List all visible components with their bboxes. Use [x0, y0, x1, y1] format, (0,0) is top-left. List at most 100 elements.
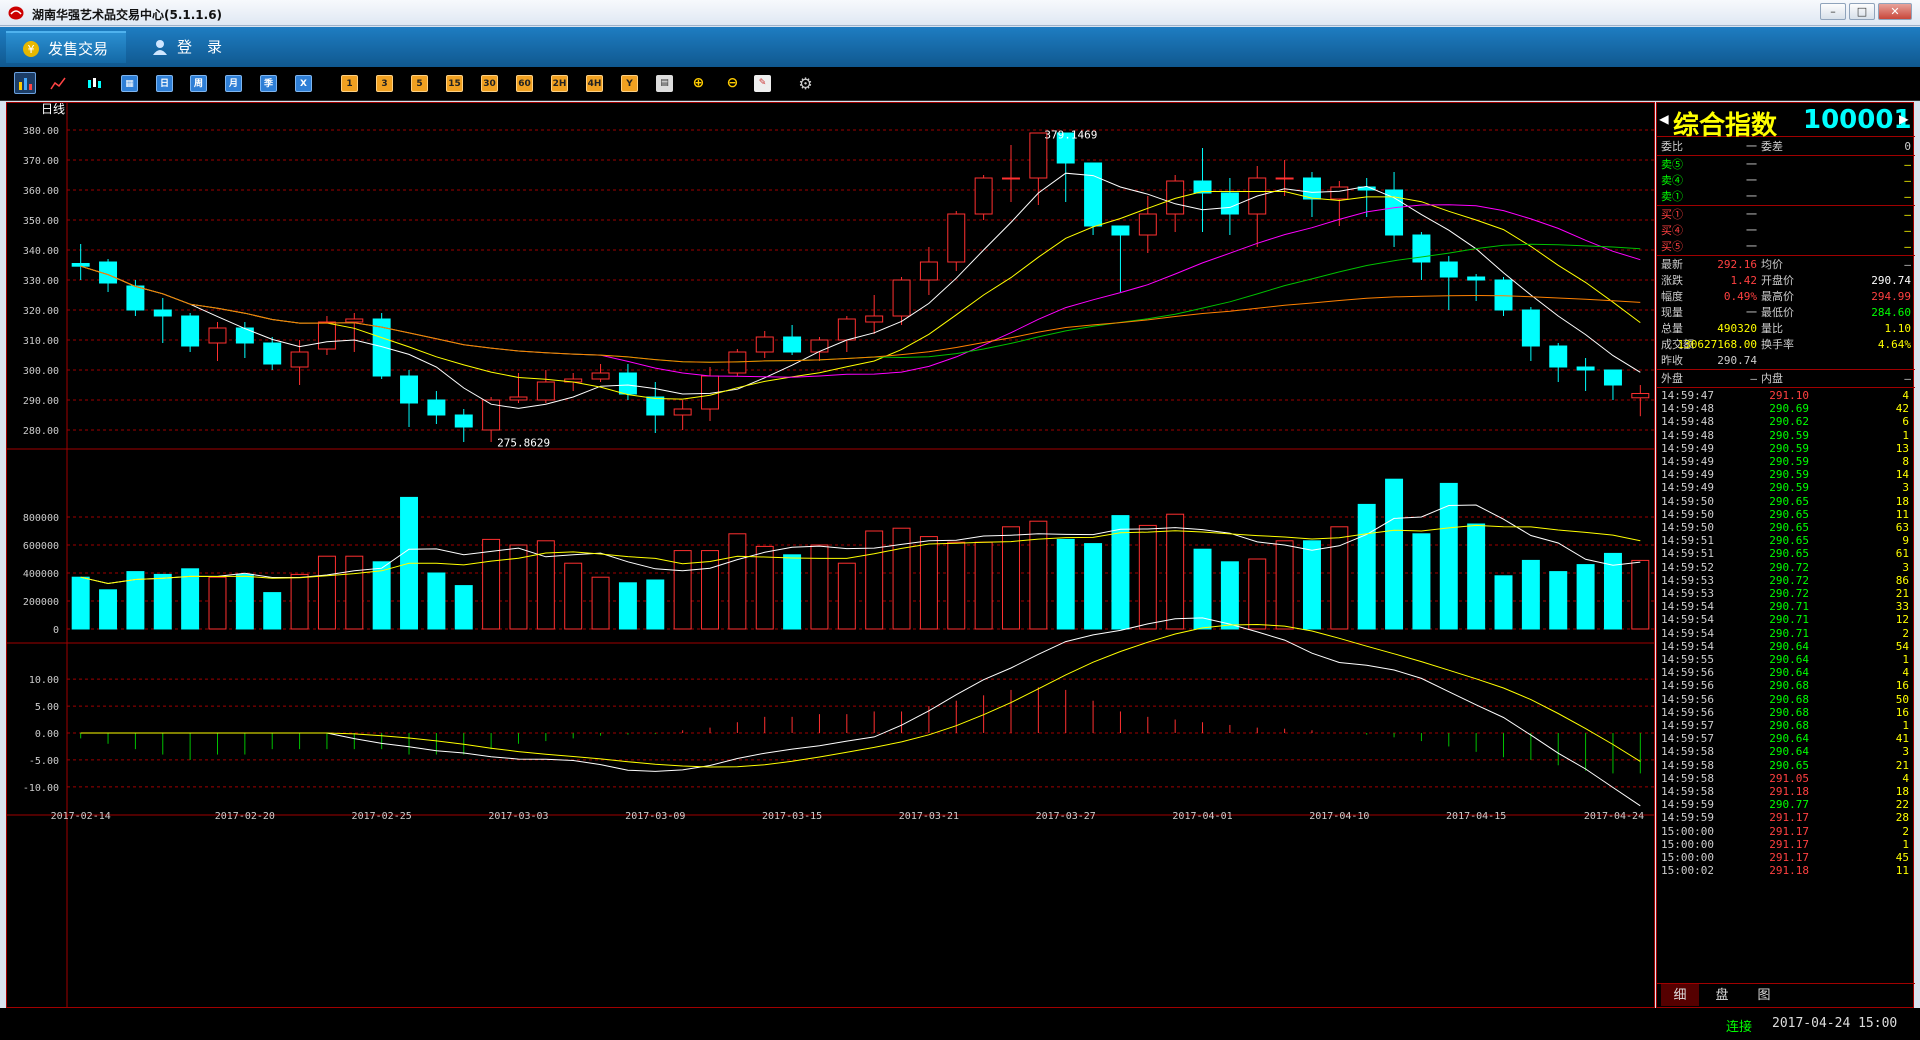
- prev-instrument-icon[interactable]: ◀: [1659, 109, 1669, 128]
- tab-chart[interactable]: 图: [1745, 984, 1783, 1006]
- price-tick-label: 340.00: [23, 246, 59, 257]
- tick-volume: 3: [1902, 560, 1909, 574]
- minute-1-button[interactable]: 1: [341, 75, 358, 92]
- minute-60-button[interactable]: 60: [516, 75, 533, 92]
- low-price-label: 275.8629: [497, 436, 550, 449]
- minute-30-button[interactable]: 30: [481, 75, 498, 92]
- tick-volume: 18: [1895, 494, 1909, 508]
- tick-volume: 18: [1895, 785, 1909, 798]
- tick-price: 290.72: [1769, 560, 1809, 574]
- macd-tick-label: 0.00: [35, 729, 59, 740]
- period-month-button[interactable]: 月: [225, 75, 242, 92]
- close-button[interactable]: ✕: [1878, 3, 1912, 20]
- tab-detail[interactable]: 细: [1661, 984, 1699, 1006]
- period-quarter-button[interactable]: 季: [260, 75, 277, 92]
- volume-bar: [1220, 561, 1239, 630]
- panel-header: ◀ 综合指数 100001 ▶: [1657, 103, 1915, 141]
- order-ratio-row: 委比 一委差 0: [1657, 139, 1915, 155]
- tick-row: 14:59:53 290.72 86: [1657, 574, 1915, 587]
- period-week-button[interactable]: 周: [190, 75, 207, 92]
- high-price-label: 379.1469: [1044, 129, 1097, 142]
- candle-body: [400, 375, 419, 404]
- price-tick-label: 290.00: [23, 396, 59, 407]
- draw-icon[interactable]: ✎: [754, 75, 771, 92]
- hour-4-button[interactable]: 4H: [586, 75, 603, 92]
- tick-price: 290.59: [1769, 455, 1809, 468]
- tick-time: 14:59:48: [1661, 428, 1714, 442]
- tick-time: 15:00:00: [1661, 837, 1714, 851]
- tick-price: 290.59: [1769, 468, 1809, 482]
- tick-row: 14:59:58 290.65 21: [1657, 759, 1915, 772]
- ask-level-row-value2: —: [1904, 190, 1911, 203]
- quote-row-label2: 开盘价: [1761, 274, 1794, 287]
- candle-icon[interactable]: [86, 75, 103, 92]
- candle-body: [947, 213, 966, 263]
- gear-icon[interactable]: ⚙: [797, 75, 814, 92]
- period-day-button[interactable]: 日: [156, 75, 173, 92]
- kline-chart-area[interactable]: 日线 380.00 370.00 360.00 350.00 340.00 330.00 32…: [6, 102, 1655, 1008]
- next-instrument-icon[interactable]: ▶: [1899, 109, 1909, 128]
- candle-body: [427, 399, 446, 416]
- tick-price: 290.71: [1769, 600, 1809, 614]
- tick-price: 291.18: [1769, 785, 1809, 798]
- volume-bar: [810, 544, 829, 630]
- volume-ma10-line: [80, 524, 1641, 585]
- tick-row: 14:59:54 290.71 2: [1657, 627, 1915, 640]
- candle-body: [810, 339, 829, 353]
- menu-sale-trading[interactable]: ¥ 发售交易: [6, 31, 126, 63]
- tick-time: 14:59:56: [1661, 666, 1714, 680]
- year-button[interactable]: Y: [621, 75, 638, 92]
- volume-bar: [728, 533, 747, 630]
- tick-volume: 4: [1902, 771, 1909, 785]
- ask-level-row-value: 一: [1746, 190, 1757, 203]
- zoom-out-icon[interactable]: ⊖: [724, 75, 741, 92]
- period-custom-button[interactable]: X: [295, 75, 312, 92]
- tab-orderbook[interactable]: 盘: [1703, 984, 1741, 1006]
- tick-time: 14:59:54: [1661, 639, 1714, 653]
- tick-price: 290.59: [1769, 481, 1809, 495]
- tick-time: 15:00:02: [1661, 864, 1714, 878]
- volume-bar: [1084, 543, 1103, 630]
- bar-chart-icon[interactable]: [14, 72, 36, 94]
- kline-chart[interactable]: 日线 380.00 370.00 360.00 350.00 340.00 330.00 32…: [7, 102, 1654, 1007]
- volume-bar: [1302, 540, 1321, 630]
- candle-body: [1494, 279, 1513, 311]
- tick-row: 14:59:47 291.10 4: [1657, 389, 1915, 402]
- minute-15-button[interactable]: 15: [446, 75, 463, 92]
- tick-price: 290.71: [1769, 613, 1809, 627]
- tick-price: 290.72: [1769, 587, 1809, 600]
- connection-status: 连接: [1726, 1020, 1753, 1035]
- volume-bar: [71, 576, 90, 630]
- date-tick-label: 2017-04-10: [1309, 811, 1369, 822]
- date-tick-label: 2017-04-15: [1446, 811, 1506, 822]
- order-ratio-row-label2: 委差: [1761, 140, 1783, 153]
- tick-volume: 16: [1895, 679, 1909, 693]
- minimize-button[interactable]: –: [1820, 3, 1846, 20]
- tick-row: 14:59:52 290.72 3: [1657, 561, 1915, 574]
- hour-2-button[interactable]: 2H: [551, 75, 568, 92]
- candle-body: [728, 351, 747, 374]
- menu-login[interactable]: 登 录: [135, 31, 245, 63]
- calendar-icon[interactable]: ▦: [121, 75, 138, 92]
- quote-row-label2: 量比: [1761, 322, 1783, 335]
- zoom-in-icon[interactable]: ⊕: [690, 75, 707, 92]
- tick-time: 14:59:55: [1661, 653, 1714, 666]
- tick-volume: 11: [1895, 864, 1909, 878]
- candle-body: [591, 372, 610, 380]
- candle-body: [345, 318, 364, 323]
- volume-bar: [263, 592, 282, 630]
- volume-bar: [427, 572, 446, 630]
- line-chart-icon[interactable]: [50, 75, 67, 92]
- volume-bar: [181, 568, 200, 630]
- volume-tick-label: 600000: [23, 541, 59, 552]
- candle-body: [646, 396, 665, 416]
- quote-row: 总量 490320 量比 1.10: [1657, 321, 1915, 337]
- volume-bar: [454, 585, 473, 630]
- quote-row-value: 292.16: [1717, 258, 1757, 271]
- minute-5-button[interactable]: 5: [411, 75, 428, 92]
- tick-time: 14:59:50: [1661, 521, 1714, 534]
- maximize-button[interactable]: □: [1849, 3, 1875, 20]
- minute-3-button[interactable]: 3: [376, 75, 393, 92]
- grid-icon[interactable]: ▤: [656, 75, 673, 92]
- outer-inner-row: 外盘 — 内盘 —: [1657, 371, 1915, 387]
